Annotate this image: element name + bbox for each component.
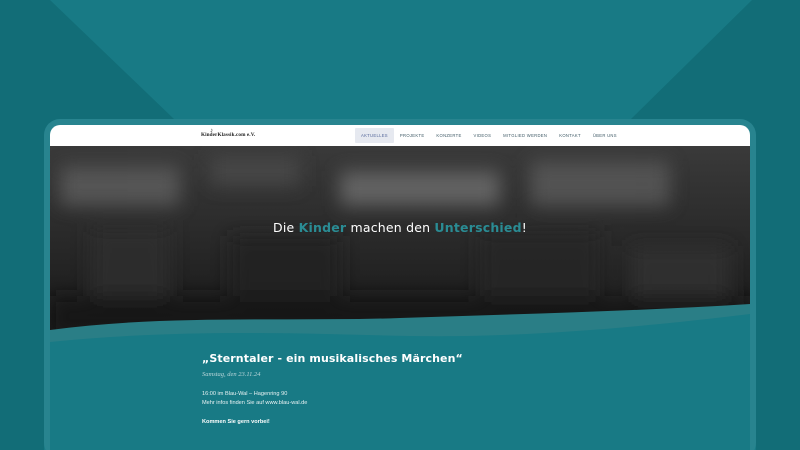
hero-heading: Die Kinder machen den Unterschied!	[273, 220, 527, 235]
nav-item-aktuelles[interactable]: Aktuelles	[355, 128, 394, 143]
event-section: „Sterntaler - ein musikalisches Märchen“…	[202, 352, 622, 425]
nav-item-ueber-uns[interactable]: Über uns	[587, 128, 623, 143]
hero-banner: Die Kinder machen den Unterschied!	[50, 146, 750, 356]
main-nav: Aktuelles Projekte Konzerte Videos Mitgl…	[355, 128, 623, 143]
event-info-link[interactable]: Mehr infos finden Sie auf www.blau-wal.d…	[202, 399, 622, 408]
nav-item-kontakt[interactable]: Kontakt	[553, 128, 587, 143]
nav-item-projekte[interactable]: Projekte	[394, 128, 431, 143]
nav-item-mitglied-werden[interactable]: Mitglied werden	[497, 128, 553, 143]
website-screen: ♪ KinderKlassik.com e.V. Aktuelles Proje…	[50, 125, 750, 450]
hero-background-image	[50, 146, 750, 356]
nav-item-videos[interactable]: Videos	[468, 128, 498, 143]
navbar: ♪ KinderKlassik.com e.V. Aktuelles Proje…	[50, 125, 750, 146]
event-location: 16:00 im Blau-Wal – Hagenring 90	[202, 391, 288, 397]
site-logo[interactable]: KinderKlassik.com e.V.	[201, 132, 255, 138]
event-call-to-action: Kommen Sie gern vorbei!	[202, 419, 270, 425]
event-date: Samstag, den 23.11.24	[202, 371, 261, 378]
event-title: „Sterntaler - ein musikalisches Märchen“	[202, 352, 463, 365]
hero-highlight-kinder: Kinder	[298, 220, 347, 235]
hero-highlight-unterschied: Unterschied	[434, 220, 522, 235]
nav-item-konzerte[interactable]: Konzerte	[430, 128, 467, 143]
